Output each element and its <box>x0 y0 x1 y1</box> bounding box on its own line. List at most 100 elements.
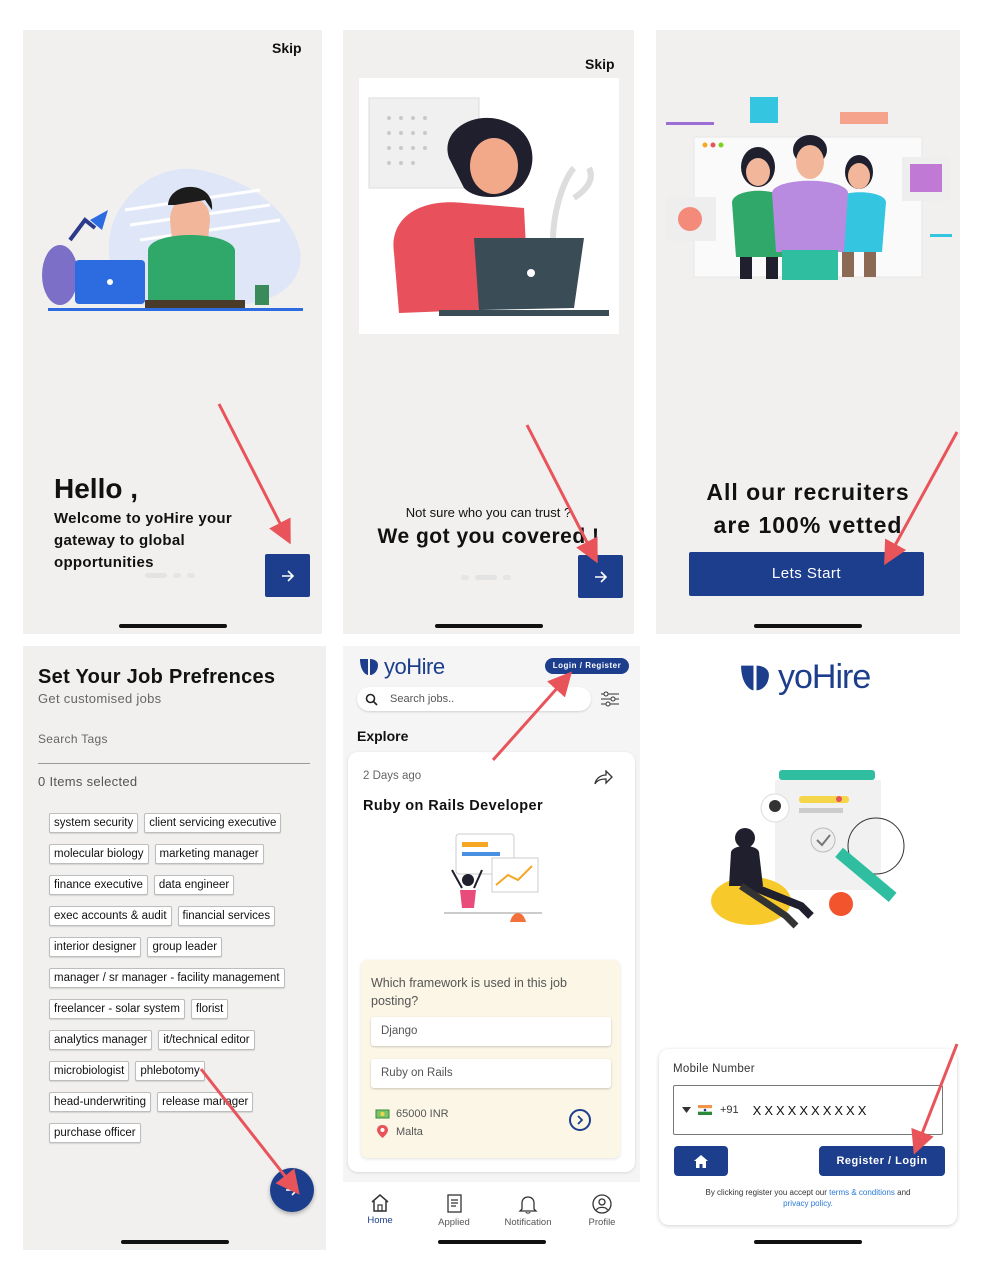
job-tag-chip[interactable]: it/technical editor <box>158 1030 255 1050</box>
phone-value: XXXXXXXXXX <box>752 1102 870 1118</box>
register-login-button[interactable]: Register / Login <box>819 1146 945 1176</box>
tag-row: finance executive data engineer <box>49 875 319 906</box>
selected-count: 0 Items selected <box>38 774 138 789</box>
job-tag-chip[interactable]: analytics manager <box>49 1030 153 1050</box>
tag-row: analytics manager it/technical editor <box>49 1030 319 1061</box>
nav-notification[interactable]: Notification <box>491 1194 565 1228</box>
job-tag-chip[interactable]: microbiologist <box>49 1061 130 1081</box>
mobile-number-field[interactable]: +91 XXXXXXXXXX <box>673 1085 943 1135</box>
tag-row: molecular biology marketing manager <box>49 844 319 875</box>
bell-icon <box>518 1196 538 1214</box>
skip-link[interactable]: Skip <box>585 56 615 72</box>
job-tag-chip[interactable]: freelancer - solar system <box>49 999 185 1019</box>
welcome-heading: Hello , <box>54 473 139 504</box>
job-tag-chip[interactable]: system security <box>49 813 139 833</box>
job-tag-chip[interactable]: financial services <box>177 906 276 926</box>
nav-home[interactable]: Home <box>343 1194 417 1226</box>
next-button[interactable] <box>265 554 310 597</box>
continue-fab[interactable] <box>270 1168 314 1212</box>
arrow-right-icon <box>286 1184 299 1196</box>
job-tag-chip[interactable]: exec accounts & audit <box>49 906 172 926</box>
location-row: Malta <box>375 1124 423 1139</box>
vetted-headline-line-1: All our recruiters <box>706 479 910 505</box>
quiz-option-ruby-on-rails[interactable]: Ruby on Rails <box>371 1059 611 1088</box>
location-value: Malta <box>396 1125 423 1138</box>
home-indicator <box>434 624 543 628</box>
welcome-text: Welcome to yoHire your gateway to global… <box>54 510 233 571</box>
lets-start-button[interactable]: Lets Start <box>689 552 924 596</box>
arrow-right-icon <box>281 569 294 582</box>
yohire-logo-icon <box>360 659 378 675</box>
quiz-option-django[interactable]: Django <box>371 1017 611 1046</box>
home-button[interactable] <box>674 1146 728 1176</box>
home-indicator <box>754 1240 862 1244</box>
job-tag-chip[interactable]: molecular biology <box>49 844 149 864</box>
search-tags-placeholder: Search Tags <box>38 732 108 746</box>
onboarding-screen-2: Skip Not sure who you can trust ? We got… <box>343 30 634 634</box>
share-icon[interactable] <box>593 770 613 786</box>
tag-list: system security client servicing executiv… <box>49 813 319 1154</box>
job-title: Ruby on Rails Developer <box>363 798 544 814</box>
app-logo: yoHire <box>358 654 445 680</box>
dropdown-caret-icon[interactable] <box>682 1107 691 1113</box>
view-job-button[interactable] <box>569 1109 591 1131</box>
job-card[interactable]: 2 Days ago Ruby on Rails Developer Which… <box>348 752 635 1172</box>
nav-profile-label: Profile <box>588 1217 616 1228</box>
nav-profile[interactable]: Profile <box>565 1194 639 1228</box>
location-pin-icon <box>377 1125 388 1138</box>
posted-date: 2 Days ago <box>363 770 422 782</box>
login-register-button[interactable]: Login / Register <box>545 658 629 674</box>
page-indicator <box>461 575 511 580</box>
job-tag-chip[interactable]: finance executive <box>49 875 148 895</box>
covered-headline: We got you covered ! <box>377 525 600 548</box>
search-tags-input[interactable]: Search Tags <box>38 730 310 764</box>
job-tag-chip[interactable]: data engineer <box>153 875 235 895</box>
mobile-number-label: Mobile Number <box>673 1063 755 1075</box>
arrow-right-icon <box>594 570 607 583</box>
nav-home-label: Home <box>367 1215 393 1226</box>
search-jobs-input[interactable]: Search jobs.. <box>357 687 591 711</box>
terms-link[interactable]: terms & conditions <box>829 1188 895 1197</box>
profile-icon <box>592 1194 612 1214</box>
india-flag-icon <box>698 1105 712 1115</box>
home-indicator <box>754 624 862 628</box>
job-tag-chip[interactable]: client servicing executive <box>144 813 282 833</box>
tag-row: interior designer group leader <box>49 937 319 968</box>
job-tag-chip[interactable]: purchase officer <box>49 1123 141 1143</box>
chevron-right-icon <box>577 1115 584 1125</box>
tag-row: head-underwriting release manager <box>49 1092 319 1123</box>
privacy-link[interactable]: privacy policy. <box>783 1199 833 1208</box>
yohire-logo-icon <box>741 665 769 690</box>
job-tag-chip[interactable]: interior designer <box>49 937 142 957</box>
app-logo: yoHire <box>738 658 871 697</box>
vetted-headline-line-2: are 100% vetted <box>713 512 903 538</box>
search-icon <box>365 693 378 706</box>
nav-applied-label: Applied <box>438 1217 470 1228</box>
job-tag-chip[interactable]: marketing manager <box>154 844 264 864</box>
job-tag-chip[interactable]: phlebotomy <box>135 1061 205 1081</box>
stressed-person-illustration <box>368 97 609 316</box>
job-tag-chip[interactable]: florist <box>190 999 229 1019</box>
job-tag-chip[interactable]: group leader <box>147 937 223 957</box>
terms-and: and <box>894 1188 911 1197</box>
quiz-box: Which framework is used in this job post… <box>361 960 620 1158</box>
login-illustration <box>711 770 905 929</box>
tag-row: freelancer - solar system florist <box>49 999 319 1030</box>
app-logo-text: yoHire <box>778 658 871 696</box>
app-logo-text: yoHire <box>384 654 445 679</box>
terms-prefix: By clicking register you accept our <box>705 1188 830 1197</box>
explore-heading: Explore <box>357 728 409 744</box>
home-indicator <box>437 1240 546 1244</box>
skip-link[interactable]: Skip <box>272 40 302 56</box>
quiz-question: Which framework is used in this job post… <box>371 976 567 1008</box>
job-tag-chip[interactable]: head-underwriting <box>49 1092 152 1112</box>
job-tag-chip[interactable]: manager / sr manager - facility manageme… <box>49 968 285 988</box>
job-tag-chip[interactable]: release manager <box>157 1092 254 1112</box>
country-code: +91 <box>720 1104 739 1116</box>
next-button[interactable] <box>578 555 623 598</box>
nav-applied[interactable]: Applied <box>417 1194 491 1228</box>
filter-icon[interactable] <box>601 691 619 707</box>
nav-notification-label: Notification <box>504 1217 552 1228</box>
tag-row: manager / sr manager - facility manageme… <box>49 968 319 999</box>
job-card-illustration <box>444 833 542 922</box>
